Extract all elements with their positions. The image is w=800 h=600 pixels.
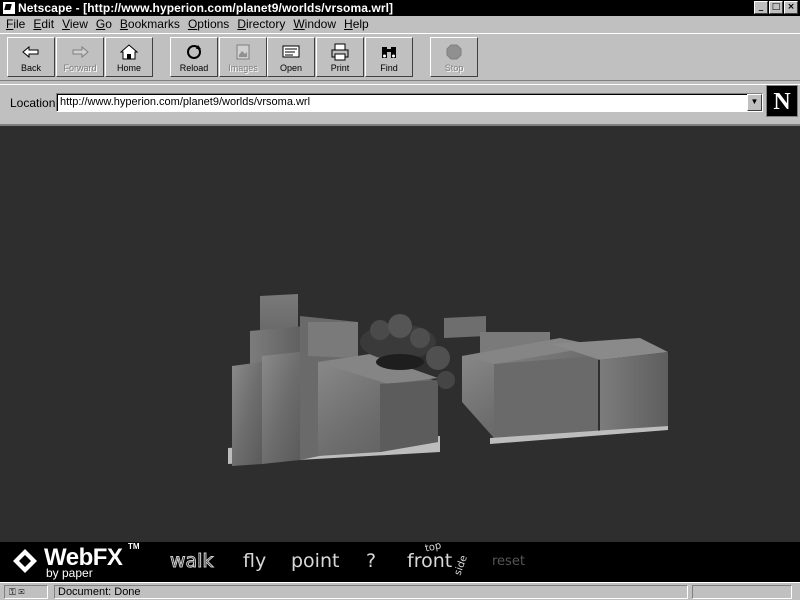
menu-bar: File Edit View Go Bookmarks Options Dire… (0, 16, 800, 32)
menu-view[interactable]: View (58, 17, 92, 31)
reload-icon (187, 45, 201, 59)
reset-button[interactable]: reset (492, 554, 525, 569)
help-button[interactable]: ? (366, 550, 376, 572)
menu-options[interactable]: Options (184, 17, 233, 31)
images-icon (236, 44, 250, 60)
printer-icon (331, 43, 349, 61)
binoculars-icon (382, 47, 396, 58)
webfx-trademark: TM (128, 542, 140, 551)
security-key-icon[interactable]: ⚿ ✉ (4, 585, 48, 599)
forward-button[interactable]: Forward (56, 37, 104, 77)
home-button[interactable]: Home (105, 37, 153, 77)
netscape-logo[interactable]: N (766, 85, 798, 117)
menu-edit[interactable]: Edit (29, 17, 58, 31)
side-view-button[interactable]: side (453, 554, 470, 577)
status-bar: ⚿ ✉ Document: Done (0, 582, 800, 600)
images-button[interactable]: Images (219, 37, 267, 77)
location-url-input[interactable]: http://www.hyperion.com/planet9/worlds/v… (56, 93, 763, 112)
location-bar: Location: http://www.hyperion.com/planet… (0, 84, 800, 124)
stop-icon (446, 44, 462, 60)
window-controls: _ □ × (754, 1, 798, 14)
menu-go[interactable]: Go (92, 17, 116, 31)
back-button[interactable]: Back (7, 37, 55, 77)
window-title: Netscape - [http://www.hyperion.com/plan… (18, 1, 394, 15)
menu-file[interactable]: File (2, 17, 29, 31)
location-label: Location: (10, 96, 59, 110)
menu-bookmarks[interactable]: Bookmarks (116, 17, 184, 31)
title-bar: Netscape - [http://www.hyperion.com/plan… (0, 0, 800, 16)
back-arrow-icon (22, 45, 39, 59)
home-icon (119, 44, 139, 60)
menu-window[interactable]: Window (289, 17, 340, 31)
open-icon (282, 45, 300, 58)
reload-button[interactable]: Reload (170, 37, 218, 77)
find-button[interactable]: Find (365, 37, 413, 77)
print-button[interactable]: Print (316, 37, 364, 77)
menu-help[interactable]: Help (340, 17, 373, 31)
menu-directory[interactable]: Directory (233, 17, 289, 31)
open-button[interactable]: Open (267, 37, 315, 77)
point-mode-button[interactable]: point (291, 550, 339, 572)
city-block-3d-scene[interactable] (0, 126, 800, 542)
forward-arrow-icon (72, 45, 89, 59)
fly-mode-button[interactable]: fly (243, 550, 266, 572)
status-progress-area (692, 585, 792, 599)
netscape-app-icon[interactable] (3, 2, 15, 14)
webfx-byline: by paper (46, 566, 93, 580)
webfx-logo-icon (13, 549, 37, 573)
maximize-button[interactable]: □ (769, 1, 783, 14)
minimize-button[interactable]: _ (754, 1, 768, 14)
vrml-viewport[interactable] (0, 124, 800, 542)
stop-button[interactable]: Stop (430, 37, 478, 77)
close-button[interactable]: × (784, 1, 798, 14)
webfx-control-bar: WebFX TM by paper walk fly point ? front… (0, 540, 800, 582)
navigation-toolbar: Back Forward Home Reload Images Open Pri… (0, 33, 800, 81)
location-dropdown-button[interactable]: ▼ (747, 94, 762, 111)
status-message: Document: Done (54, 585, 688, 599)
walk-mode-button[interactable]: walk (169, 550, 213, 573)
